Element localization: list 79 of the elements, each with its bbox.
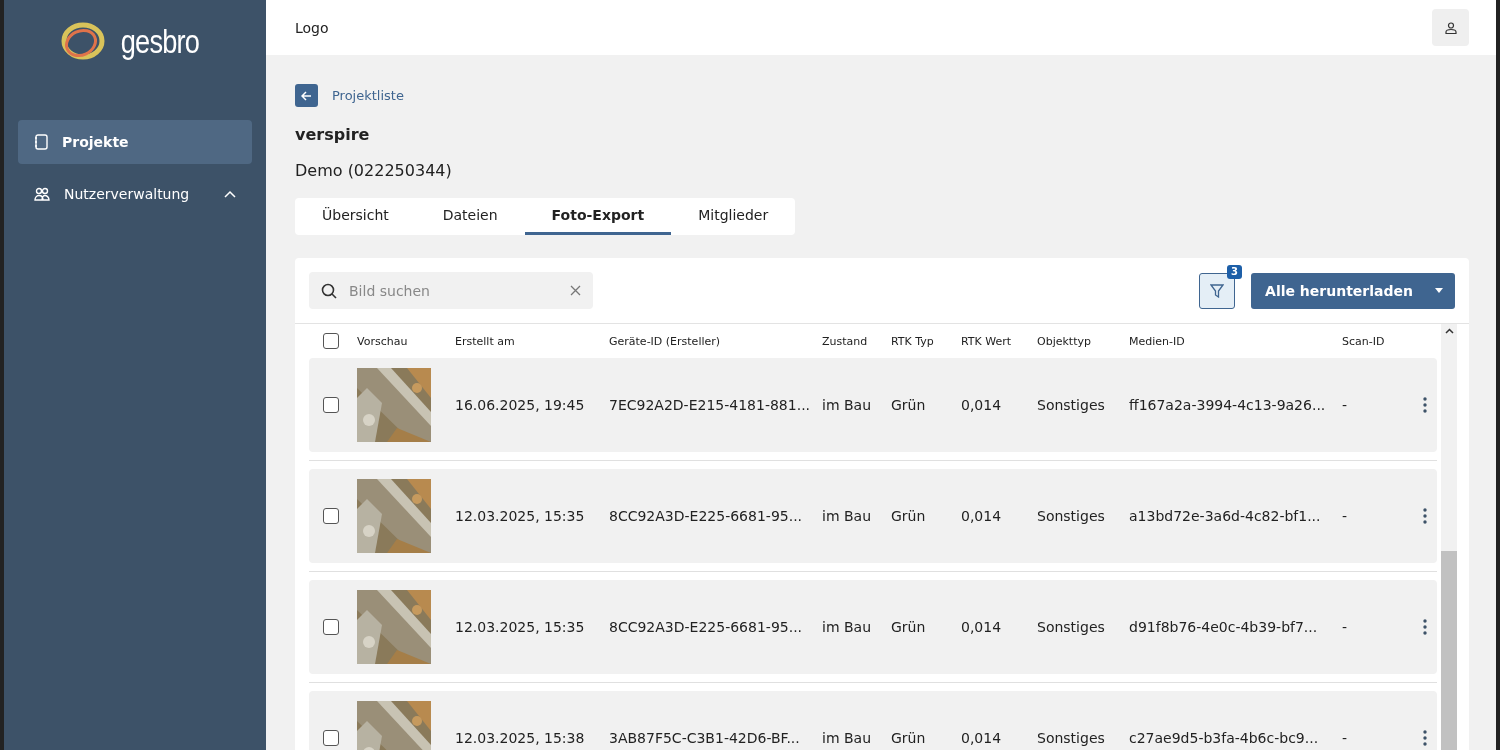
- table-cell-text: Grün: [891, 730, 927, 746]
- search-icon: [321, 282, 337, 299]
- table-cell-text: c27ae9d5-b3fa-4b6c-bc9...: [1129, 730, 1320, 746]
- table-cell-text: Grün: [891, 508, 927, 524]
- clear-icon[interactable]: [570, 285, 581, 296]
- table-cell-text: 0,014: [961, 508, 1003, 524]
- column-header: RTK Typ: [891, 334, 935, 348]
- table-cell-text: Grün: [891, 619, 927, 635]
- more-icon: [1423, 730, 1427, 746]
- select-all-checkbox[interactable]: [323, 333, 339, 349]
- scroll-up-icon[interactable]: [1444, 328, 1454, 334]
- tab[interactable]: Dateien: [415, 198, 525, 235]
- row-checkbox[interactable]: [323, 508, 339, 524]
- column-header: Erstellt am: [455, 334, 516, 348]
- table-cell-text: 12.03.2025, 15:35: [455, 619, 586, 635]
- more-icon: [1423, 397, 1427, 413]
- table-cell-text: 12.03.2025, 15:38: [455, 730, 586, 746]
- table-cell-text: Grün: [891, 397, 927, 413]
- search-input[interactable]: Bild suchen: [347, 281, 560, 300]
- tab[interactable]: Übersicht: [295, 198, 416, 235]
- table-cell-text: 0,014: [961, 730, 1003, 746]
- back-button[interactable]: [295, 84, 318, 107]
- search-field[interactable]: Bild suchen: [309, 272, 593, 309]
- filter-icon: [1210, 283, 1225, 298]
- table-cell-text: Sonstiges: [1037, 619, 1106, 635]
- project-subtitle: Demo (022250344): [295, 161, 453, 180]
- table-cell-text: 3AB87F5C-C3B1-42D6-BF...: [609, 730, 801, 746]
- row-checkbox[interactable]: [323, 619, 339, 635]
- table-cell-text: im Bau: [822, 508, 873, 524]
- sidebar-item[interactable]: Nutzerverwaltung: [18, 172, 252, 216]
- more-icon: [1423, 508, 1427, 524]
- logo-text: gesbro: [120, 21, 200, 61]
- table-cell-text: 8CC92A3D-E225-6681-95...: [609, 508, 804, 524]
- download-all-button[interactable]: Alle herunterladen: [1251, 272, 1455, 309]
- tab[interactable]: Foto-Export: [524, 198, 672, 235]
- header-title: Logo: [295, 19, 329, 36]
- arrow-left-icon: [301, 90, 312, 101]
- table-cell-text: -: [1342, 619, 1349, 635]
- user-icon: [1444, 21, 1457, 34]
- table-cell-text: 0,014: [961, 397, 1003, 413]
- table-cell-text: Sonstiges: [1037, 730, 1106, 746]
- table-cell-text: 16.06.2025, 19:45: [455, 397, 586, 413]
- ring-logo-icon: [61, 21, 105, 61]
- column-header: Geräte-ID (Ersteller): [609, 334, 722, 348]
- column-header: Vorschau: [357, 334, 409, 348]
- breadcrumb-link[interactable]: Projektliste: [332, 88, 404, 103]
- column-header: Scan-ID: [1342, 334, 1386, 348]
- chevron-icon: [224, 190, 236, 198]
- table-cell-text: -: [1342, 730, 1349, 746]
- table-cell-text: 7EC92A2D-E215-4181-881...: [609, 397, 812, 413]
- project-name: verspire: [295, 125, 371, 144]
- table-cell-text: ff167a2a-3994-4c13-9a26...: [1129, 397, 1327, 413]
- column-header: Objekttyp: [1037, 334, 1092, 348]
- tab[interactable]: Mitglieder: [671, 198, 796, 235]
- notebook-icon: [34, 134, 48, 150]
- table-cell-text: 12.03.2025, 15:35: [455, 508, 586, 524]
- table-cell-text: d91f8b76-4e0c-4b39-bf7...: [1129, 619, 1319, 635]
- table-cell-text: -: [1342, 397, 1349, 413]
- table-cell-text: Sonstiges: [1037, 508, 1106, 524]
- row-checkbox[interactable]: [323, 397, 339, 413]
- sidebar-item[interactable]: Projekte: [18, 120, 252, 164]
- table-cell-text: a13bd72e-3a6d-4c82-bf1...: [1129, 508, 1322, 524]
- row-checkbox[interactable]: [323, 730, 339, 746]
- table-cell-text: 0,014: [961, 619, 1003, 635]
- table-cell-text: im Bau: [822, 619, 873, 635]
- table-cell-text: Sonstiges: [1037, 397, 1106, 413]
- column-header: Medien-ID: [1129, 334, 1186, 348]
- table-cell-text: 8CC92A3D-E225-6681-95...: [609, 619, 804, 635]
- users-icon: [34, 187, 50, 201]
- filter-count-badge: 3: [1227, 264, 1243, 279]
- caret-icon: [1435, 288, 1443, 293]
- table-cell-text: -: [1342, 508, 1349, 524]
- scrollbar-thumb[interactable]: [1441, 551, 1457, 750]
- column-header: Zustand: [822, 334, 869, 348]
- more-icon: [1423, 619, 1427, 635]
- table-cell-text: im Bau: [822, 397, 873, 413]
- user-button[interactable]: [1432, 9, 1469, 46]
- column-header: RTK Wert: [961, 334, 1013, 348]
- table-cell-text: im Bau: [822, 730, 873, 746]
